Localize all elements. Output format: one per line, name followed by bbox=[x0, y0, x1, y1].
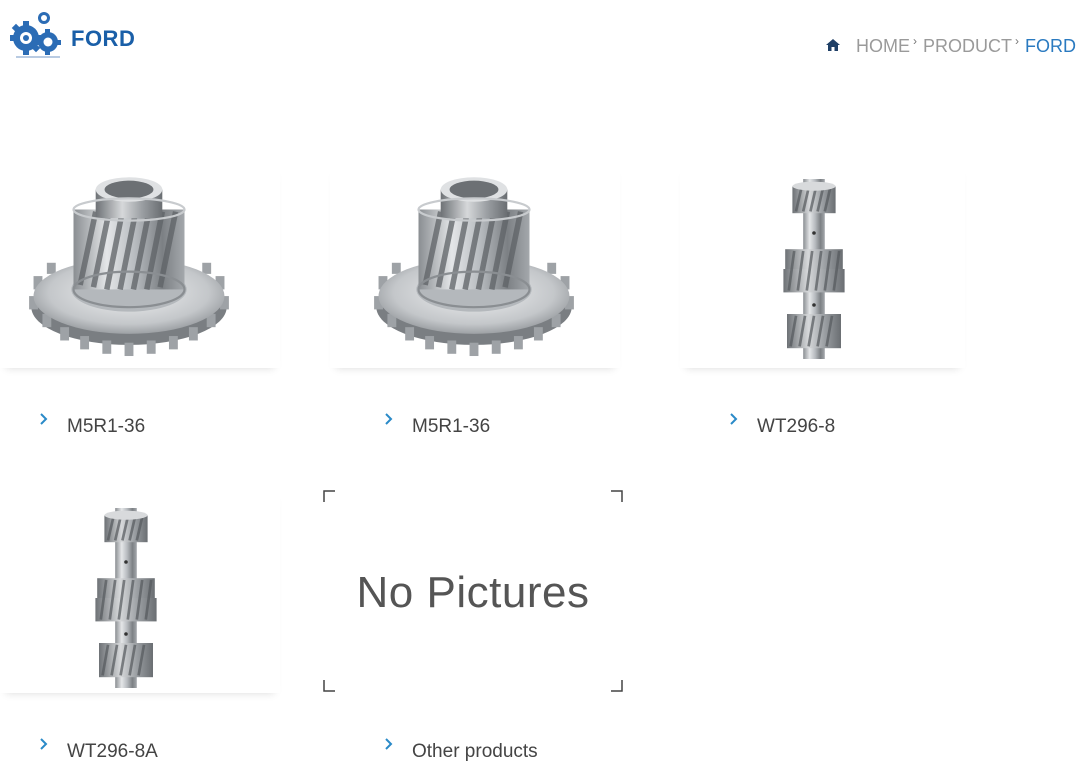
product-title[interactable]: WT296-8 bbox=[728, 416, 835, 438]
product-title[interactable]: WT296-8A bbox=[38, 741, 158, 763]
product-image[interactable] bbox=[680, 163, 965, 368]
chevron-right-icon bbox=[38, 413, 48, 425]
product-name[interactable]: WT296-8A bbox=[67, 741, 158, 763]
breadcrumb-current[interactable]: FORD bbox=[1025, 36, 1076, 57]
product-title[interactable]: M5R1-36 bbox=[38, 416, 145, 438]
product-image[interactable] bbox=[330, 163, 620, 368]
product-title[interactable]: Other products bbox=[383, 741, 538, 763]
chevron-right-icon bbox=[383, 738, 393, 750]
product-image[interactable] bbox=[0, 488, 280, 693]
page-header: FORD HOME › PRODUCT › FORD bbox=[0, 0, 1083, 80]
breadcrumb-home-link[interactable]: HOME bbox=[856, 36, 910, 57]
product-title[interactable]: M5R1-36 bbox=[383, 416, 490, 438]
chevron-right-icon bbox=[38, 738, 48, 750]
product-image[interactable] bbox=[0, 163, 280, 368]
chevron-right-icon: › bbox=[913, 34, 917, 48]
chevron-right-icon bbox=[728, 413, 738, 425]
chevron-right-icon: › bbox=[1015, 34, 1019, 48]
product-name[interactable]: WT296-8 bbox=[757, 416, 835, 438]
gears-logo-icon[interactable] bbox=[10, 10, 66, 60]
product-name[interactable]: M5R1-36 bbox=[67, 416, 145, 438]
home-icon[interactable] bbox=[825, 37, 841, 53]
breadcrumb-product-link[interactable]: PRODUCT bbox=[923, 36, 1012, 57]
no-pictures-text: No Pictures bbox=[356, 568, 590, 617]
breadcrumb: HOME › PRODUCT › FORD bbox=[825, 34, 1076, 57]
product-name[interactable]: Other products bbox=[412, 741, 538, 763]
page-title: FORD bbox=[71, 26, 136, 51]
product-name[interactable]: M5R1-36 bbox=[412, 416, 490, 438]
chevron-right-icon bbox=[383, 413, 393, 425]
no-picture-placeholder[interactable]: No Pictures bbox=[323, 490, 623, 692]
